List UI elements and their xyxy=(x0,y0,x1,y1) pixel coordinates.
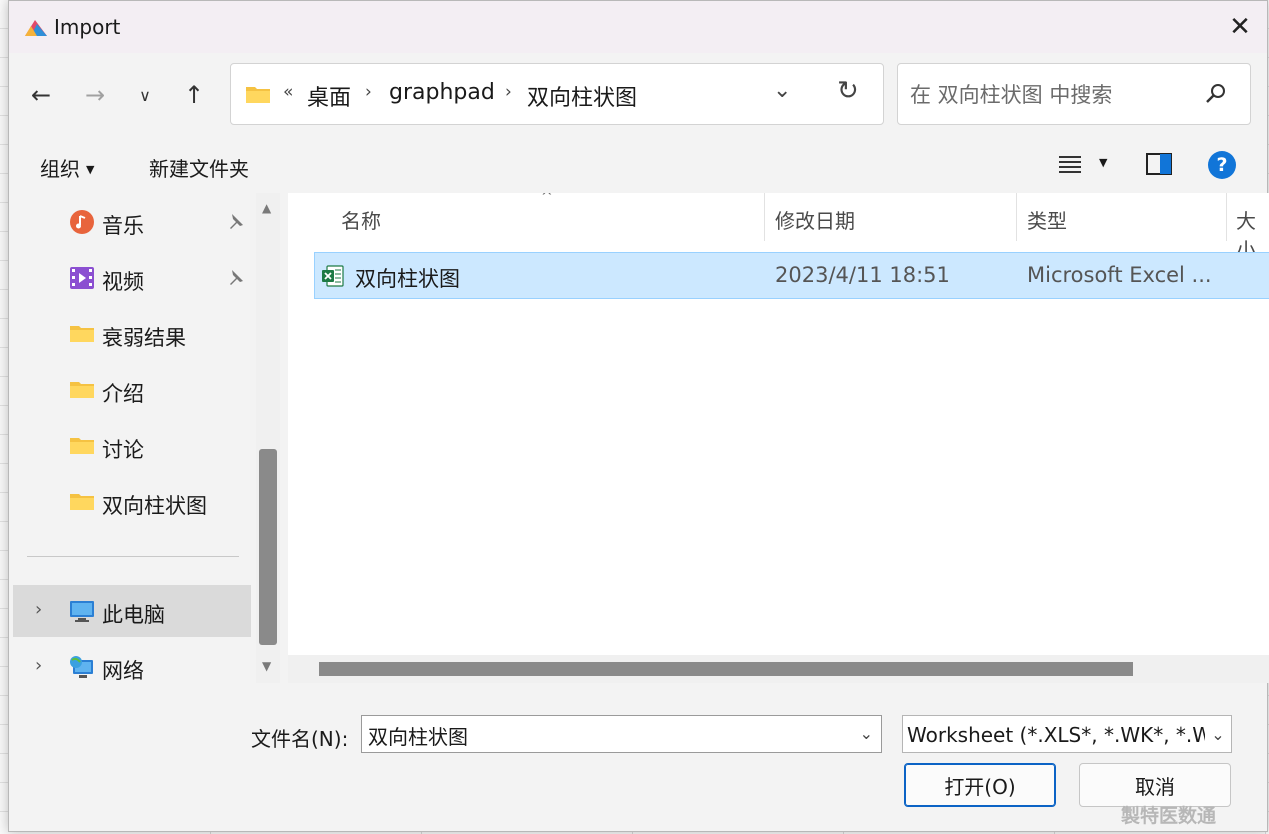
breadcrumb-overflow[interactable]: « xyxy=(283,82,293,102)
caret-down-icon: ▼ xyxy=(86,163,95,176)
title-bar: Import ✕ xyxy=(9,1,1267,53)
breadcrumb-separator-icon[interactable]: › xyxy=(365,82,372,102)
folder-icon xyxy=(70,438,94,454)
sidebar-item-videos[interactable]: 视频 xyxy=(9,252,253,304)
refresh-icon[interactable]: ↻ xyxy=(837,76,859,106)
chevron-right-icon[interactable]: › xyxy=(35,599,42,620)
sidebar-item-label: 音乐 xyxy=(102,214,144,238)
back-button[interactable]: ← xyxy=(23,75,59,115)
sort-ascending-icon: ^ xyxy=(541,193,553,205)
arrow-up-icon: ↑ xyxy=(183,81,205,109)
organize-menu[interactable]: 组织 ▼ xyxy=(40,153,94,182)
search-box[interactable] xyxy=(897,63,1251,125)
sidebar-item-label: 网络 xyxy=(102,659,144,683)
close-icon: ✕ xyxy=(1229,12,1251,42)
column-separator[interactable] xyxy=(1016,193,1017,241)
filename-combobox[interactable]: ⌄ xyxy=(361,715,882,753)
up-button[interactable]: ↑ xyxy=(176,75,212,115)
network-icon xyxy=(70,656,93,678)
sidebar-item-this-pc[interactable]: › 此电脑 xyxy=(13,585,251,637)
folder-icon xyxy=(246,87,270,103)
search-input[interactable] xyxy=(908,78,1192,112)
watermark: 製特医数通 xyxy=(1121,805,1217,827)
column-separator[interactable] xyxy=(764,193,765,241)
sidebar-item-music[interactable]: 音乐 xyxy=(9,196,253,248)
arrow-left-icon: ← xyxy=(30,81,52,109)
sidebar-divider xyxy=(27,556,239,557)
video-icon xyxy=(70,267,94,289)
sidebar-item-folder[interactable]: 讨论 xyxy=(9,420,253,472)
sidebar-item-folder[interactable]: 介绍 xyxy=(9,364,253,416)
close-button[interactable]: ✕ xyxy=(1213,1,1267,53)
sidebar-item-folder[interactable]: 衰弱结果 xyxy=(9,308,253,360)
music-icon xyxy=(70,210,94,234)
new-folder-button[interactable]: 新建文件夹 xyxy=(149,153,249,182)
scroll-down-icon[interactable]: ▼ xyxy=(262,659,271,673)
sidebar-item-folder[interactable]: 双向柱状图 xyxy=(9,476,253,528)
sidebar-item-label: 双向柱状图 xyxy=(102,494,207,518)
pin-icon[interactable] xyxy=(225,268,245,288)
dialog-footer: 文件名(N): ⌄ Worksheet (*.XLS*, *.WK*, *.W … xyxy=(9,683,1267,831)
excel-icon xyxy=(322,265,344,287)
view-dropdown-icon[interactable]: ▼ xyxy=(1099,156,1107,169)
address-bar[interactable]: « 桌面 › graphpad › 双向柱状图 ⌄ ↻ xyxy=(230,63,884,125)
forward-button[interactable]: → xyxy=(77,75,113,115)
filename-label: 文件名(N): xyxy=(251,727,349,751)
computer-icon xyxy=(70,601,94,622)
help-icon[interactable]: ? xyxy=(1208,151,1236,179)
column-header-name[interactable]: 名称 xyxy=(341,205,381,234)
chevron-right-icon[interactable]: › xyxy=(35,655,42,676)
filename-input[interactable] xyxy=(366,720,840,750)
recent-locations-button[interactable]: ∨ xyxy=(127,75,163,115)
scroll-up-icon[interactable]: ▲ xyxy=(262,201,271,215)
table-row[interactable]: 双向柱状图 2023/4/11 18:51 Microsoft Excel ..… xyxy=(314,252,1269,299)
sidebar-item-label: 介绍 xyxy=(102,382,144,406)
search-icon[interactable] xyxy=(1204,82,1228,106)
scrollbar-thumb[interactable] xyxy=(319,662,1133,676)
navigation-pane-scrollbar[interactable]: ▲ ▼ xyxy=(256,193,280,683)
sidebar-item-label: 讨论 xyxy=(102,438,144,462)
organize-label: 组织 xyxy=(40,157,80,181)
breadcrumb-desktop[interactable]: 桌面 xyxy=(307,80,351,112)
breadcrumb-current[interactable]: 双向柱状图 xyxy=(527,80,637,112)
sidebar-item-label: 衰弱结果 xyxy=(102,326,186,350)
breadcrumb-graphpad[interactable]: graphpad xyxy=(389,80,495,105)
folder-icon xyxy=(70,382,94,398)
window-title: Import xyxy=(54,15,121,39)
navigation-bar: ← → ∨ ↑ « 桌面 › graphpad › 双向柱状图 ⌄ ↻ xyxy=(9,53,1267,139)
graphpad-app-icon xyxy=(25,20,47,36)
command-bar: 组织 ▼ 新建文件夹 ▼ ? xyxy=(9,139,1267,193)
folder-icon xyxy=(70,326,94,342)
open-button[interactable]: 打开(O) xyxy=(904,763,1056,807)
folder-icon xyxy=(70,494,94,510)
pin-icon[interactable] xyxy=(225,212,245,232)
sidebar-item-label: 此电脑 xyxy=(102,603,165,627)
column-header-type[interactable]: 类型 xyxy=(1027,205,1067,234)
breadcrumb-separator-icon[interactable]: › xyxy=(505,82,512,102)
file-type-select[interactable]: Worksheet (*.XLS*, *.WK*, *.W ⌄ xyxy=(902,715,1232,753)
chevron-down-icon: ∨ xyxy=(139,85,151,105)
address-dropdown-icon[interactable]: ⌄ xyxy=(773,78,791,103)
chevron-down-icon[interactable]: ⌄ xyxy=(1205,716,1231,752)
import-dialog: Import ✕ ← → ∨ ↑ « 桌面 › graphpad › 双向柱状图… xyxy=(8,0,1269,832)
file-name: 双向柱状图 xyxy=(355,267,460,291)
file-type: Microsoft Excel ... xyxy=(1027,263,1212,287)
navigation-pane: 音乐 视频 衰弱结果 介绍 讨论 双向柱状图 › 此电脑 › 网络 xyxy=(9,193,253,683)
view-options-icon[interactable] xyxy=(1058,153,1082,175)
sidebar-item-network[interactable]: › 网络 xyxy=(9,641,253,683)
file-list: ^ 名称 修改日期 类型 大小 双向柱状图 2023/4/11 18:51 Mi… xyxy=(288,193,1269,655)
arrow-right-icon: → xyxy=(84,81,106,109)
file-type-value: Worksheet (*.XLS*, *.WK*, *.W xyxy=(907,723,1213,747)
column-separator[interactable] xyxy=(1226,193,1227,241)
column-header-modified[interactable]: 修改日期 xyxy=(775,205,855,234)
file-modified-date: 2023/4/11 18:51 xyxy=(775,263,950,287)
scrollbar-thumb[interactable] xyxy=(259,449,277,645)
chevron-down-icon[interactable]: ⌄ xyxy=(860,724,873,743)
sidebar-item-label: 视频 xyxy=(102,270,144,294)
file-list-horizontal-scrollbar[interactable] xyxy=(288,655,1269,683)
preview-pane-icon[interactable] xyxy=(1146,153,1172,175)
